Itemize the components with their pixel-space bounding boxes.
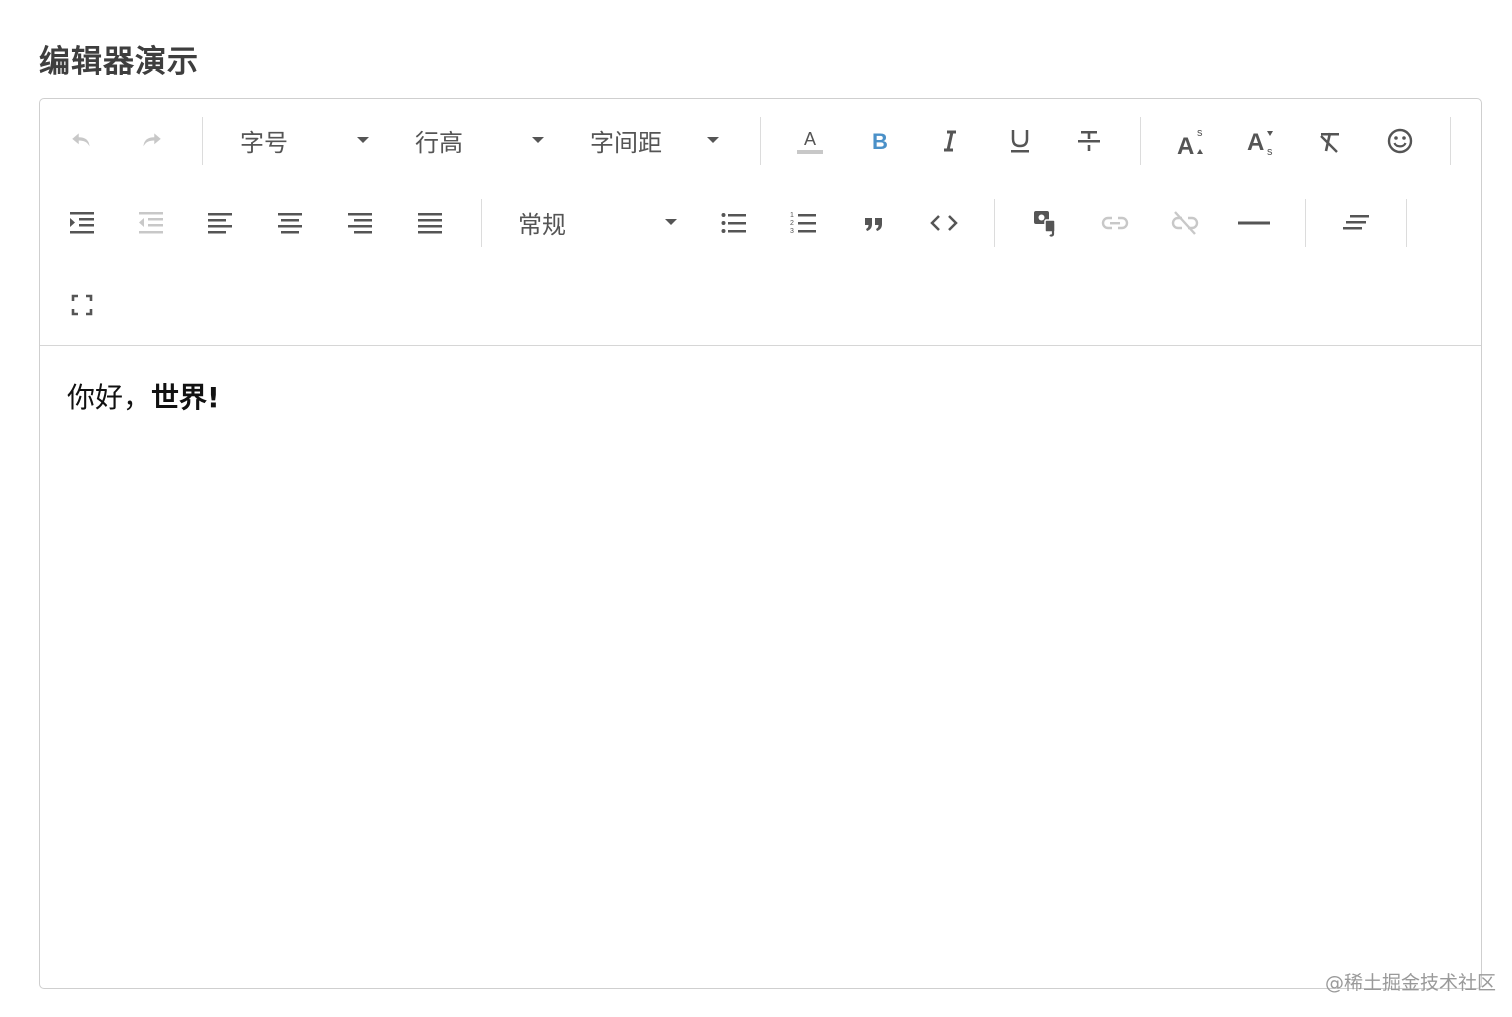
indent-decrease-button[interactable]: [129, 203, 173, 243]
svg-text:A: A: [804, 129, 816, 149]
subscript-button[interactable]: A s: [1240, 121, 1284, 161]
blockquote-button[interactable]: [852, 203, 896, 243]
superscript-button[interactable]: A s: [1170, 121, 1214, 161]
align-left-button[interactable]: [198, 203, 242, 243]
horizontal-rule-button[interactable]: [1232, 203, 1276, 243]
content-text-normal: 你好，: [67, 381, 152, 414]
toolbar-separator: [202, 117, 203, 165]
clear-format-icon: [1320, 132, 1339, 153]
redo-icon: [143, 133, 161, 147]
align-right-button[interactable]: [338, 203, 382, 243]
font-size-dropdown[interactable]: 字号: [240, 120, 375, 160]
remove-styles-button[interactable]: [1334, 203, 1378, 243]
italic-button[interactable]: [928, 121, 972, 161]
code-icon: [930, 215, 958, 231]
toolbar-separator: [1305, 199, 1306, 247]
redo-button[interactable]: [129, 121, 173, 161]
blockquote-icon: [865, 218, 882, 231]
emoji-button[interactable]: [1378, 121, 1422, 161]
svg-text:2: 2: [790, 220, 794, 227]
svg-text:A: A: [1177, 133, 1194, 157]
media-button[interactable]: [1024, 203, 1068, 243]
svg-text:3: 3: [790, 228, 794, 235]
strikethrough-icon: [1078, 131, 1100, 151]
block-type-label: 常规: [518, 210, 566, 239]
rich-text-editor: 字号 行高 字间距 A B A s A s 常规 1 2 3 你好，世界!: [39, 98, 1482, 989]
page-title: 编辑器演示: [39, 44, 199, 80]
unlink-icon: [1171, 211, 1199, 235]
chevron-down-icon: [707, 137, 719, 143]
unlink-button[interactable]: [1163, 203, 1207, 243]
svg-text:s: s: [1197, 127, 1203, 139]
svg-text:B: B: [872, 129, 888, 154]
indent-decrease-icon: [139, 212, 163, 234]
unordered-list-button[interactable]: [712, 203, 756, 243]
align-center-icon: [278, 213, 302, 234]
letter-spacing-label: 字间距: [590, 128, 662, 157]
align-right-icon: [348, 213, 372, 234]
indent-increase-icon: [70, 212, 94, 234]
bold-icon: B: [872, 129, 888, 154]
superscript-icon: A s: [1177, 127, 1203, 157]
align-justify-icon: [418, 213, 442, 234]
horizontal-rule-icon: [1238, 221, 1270, 225]
toolbar-separator: [994, 199, 995, 247]
emoji-icon: [1387, 128, 1413, 154]
media-icon: [1034, 211, 1056, 237]
align-justify-button[interactable]: [408, 203, 452, 243]
undo-button[interactable]: [60, 121, 104, 161]
code-button[interactable]: [922, 203, 966, 243]
link-icon: [1101, 216, 1129, 230]
font-color-icon: A: [797, 129, 823, 154]
ordered-list-icon: 1 2 3: [790, 212, 816, 235]
toolbar-separator: [1140, 117, 1141, 165]
svg-text:1: 1: [790, 212, 794, 219]
underline-icon: [1011, 130, 1029, 153]
strikethrough-button[interactable]: [1067, 121, 1111, 161]
svg-text:A: A: [1247, 129, 1264, 156]
font-color-button[interactable]: A: [788, 121, 832, 161]
watermark: @稀土掘金技术社区: [1325, 972, 1497, 994]
toolbar-separator: [1406, 199, 1407, 247]
clear-format-button[interactable]: [1308, 121, 1352, 161]
chevron-down-icon: [665, 219, 677, 225]
underline-button[interactable]: [998, 121, 1042, 161]
link-button[interactable]: [1093, 203, 1137, 243]
editor-toolbar: 字号 行高 字间距 A B A s A s 常规 1 2 3: [40, 99, 1481, 346]
toolbar-separator: [760, 117, 761, 165]
line-height-dropdown[interactable]: 行高: [415, 120, 550, 160]
fullscreen-icon: [71, 294, 93, 316]
letter-spacing-dropdown[interactable]: 字间距: [590, 120, 725, 160]
chevron-down-icon: [357, 137, 369, 143]
align-left-icon: [208, 213, 232, 234]
block-type-dropdown[interactable]: 常规: [518, 202, 683, 242]
indent-increase-button[interactable]: [60, 203, 104, 243]
toolbar-separator: [1450, 117, 1451, 165]
unordered-list-icon: [721, 213, 746, 233]
editor-content[interactable]: 你好，世界!: [40, 346, 1481, 988]
svg-text:s: s: [1267, 146, 1273, 157]
remove-styles-icon: [1343, 215, 1369, 230]
font-size-label: 字号: [240, 128, 288, 157]
content-text-bold: 世界!: [151, 381, 220, 414]
chevron-down-icon: [532, 137, 544, 143]
italic-icon: [944, 130, 956, 152]
undo-icon: [72, 133, 90, 147]
subscript-icon: A s: [1247, 129, 1273, 157]
toolbar-separator: [481, 199, 482, 247]
ordered-list-button[interactable]: 1 2 3: [782, 203, 826, 243]
line-height-label: 行高: [415, 128, 463, 157]
fullscreen-button[interactable]: [60, 285, 104, 325]
align-center-button[interactable]: [268, 203, 312, 243]
bold-button[interactable]: B: [858, 121, 902, 161]
